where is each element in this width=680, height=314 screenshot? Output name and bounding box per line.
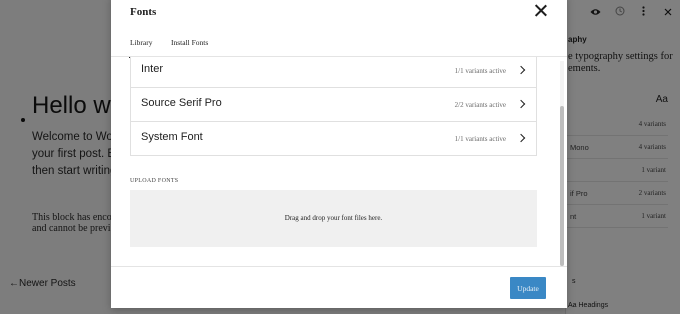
warning-line: and cannot be previe <box>32 223 112 234</box>
typography-preview: Aa <box>655 94 668 105</box>
sidebar-font-item[interactable]: 4 variants <box>566 113 668 136</box>
font-name: Source Serif Pro <box>141 97 222 109</box>
sidebar-font-count: 1 variant <box>641 212 666 220</box>
sidebar-description: e typography settings for ements. <box>568 51 673 74</box>
modal-header: Fonts <box>111 0 567 30</box>
more-vertical-icon[interactable] <box>642 6 645 19</box>
chevron-right-icon <box>516 65 526 75</box>
newer-posts-link[interactable]: ←Newer Posts <box>9 278 76 289</box>
font-name: Inter <box>141 63 164 75</box>
font-status: 1/1 variants active <box>454 135 506 143</box>
font-status: 2/2 variants active <box>454 101 506 109</box>
paragraph-line: Welcome to Word <box>32 131 122 143</box>
warning-line: This block has encou <box>32 212 112 223</box>
sidebar-font-item[interactable]: nt 1 variant <box>566 205 668 228</box>
sidebar-heading: aphy <box>568 35 587 44</box>
font-name: System Font <box>141 131 203 143</box>
paragraph-line: your first post. Edi <box>32 148 122 160</box>
sidebar-bottom-link[interactable]: s <box>572 278 576 285</box>
sidebar-font-item[interactable]: Mono 4 variants <box>566 136 668 159</box>
eye-icon[interactable] <box>590 6 601 19</box>
modal-body: Inter 1/1 variants active Source Serif P… <box>111 57 567 266</box>
close-sidebar-icon[interactable] <box>664 6 672 19</box>
sidebar-font-name: nt <box>570 212 577 221</box>
update-button[interactable]: Update <box>510 277 546 299</box>
sidebar-headings-item[interactable]: Aa Headings <box>568 302 608 309</box>
sidebar-font-count: 4 variants <box>638 120 666 128</box>
font-status: 1/1 variants active <box>454 67 506 75</box>
sidebar-toolbar <box>566 0 680 26</box>
sidebar-font-list: 4 variants Mono 4 variants 1 variant if … <box>566 113 668 228</box>
modal-footer: Update <box>111 266 567 308</box>
tab-install-fonts[interactable]: Install Fonts <box>171 38 208 47</box>
sidebar-font-count: 4 variants <box>638 143 666 151</box>
modal-tabs: Library Install Fonts <box>111 30 567 58</box>
sidebar-font-name: if Pro <box>570 189 588 198</box>
sidebar-font-item[interactable]: 1 variant <box>566 159 668 182</box>
chevron-right-icon <box>516 133 526 143</box>
list-bullet <box>21 118 25 122</box>
modal-title: Fonts <box>130 6 157 18</box>
post-paragraph: Welcome to Word your first post. Edi the… <box>32 129 122 180</box>
sidebar-font-count: 1 variant <box>641 166 666 174</box>
font-item-source-serif-pro[interactable]: Source Serif Pro 2/2 variants active <box>130 87 537 122</box>
close-icon[interactable] <box>533 3 549 19</box>
tab-library[interactable]: Library <box>129 38 155 58</box>
block-warning: This block has encou and cannot be previ… <box>32 212 112 234</box>
font-item-inter[interactable]: Inter 1/1 variants active <box>130 57 537 88</box>
font-item-system-font[interactable]: System Font 1/1 variants active <box>130 121 537 156</box>
chevron-right-icon <box>516 99 526 109</box>
font-dropzone[interactable]: Drag and drop your font files here. <box>130 190 537 247</box>
sidebar-font-item[interactable]: if Pro 2 variants <box>566 182 668 205</box>
paragraph-line: then start writing! <box>32 165 120 177</box>
upload-fonts-label: UPLOAD FONTS <box>130 178 179 184</box>
modal-scrollbar[interactable] <box>560 61 564 266</box>
scrollbar-thumb[interactable] <box>560 106 564 266</box>
styles-sidebar: aphy e typography settings for ements. A… <box>565 0 680 314</box>
history-icon[interactable] <box>615 6 625 19</box>
fonts-modal: Fonts Library Install Fonts Inter 1/1 va… <box>111 0 567 308</box>
sidebar-font-name: Mono <box>570 143 589 152</box>
sidebar-font-count: 2 variants <box>638 189 666 197</box>
dropzone-text: Drag and drop your font files here. <box>284 214 383 222</box>
